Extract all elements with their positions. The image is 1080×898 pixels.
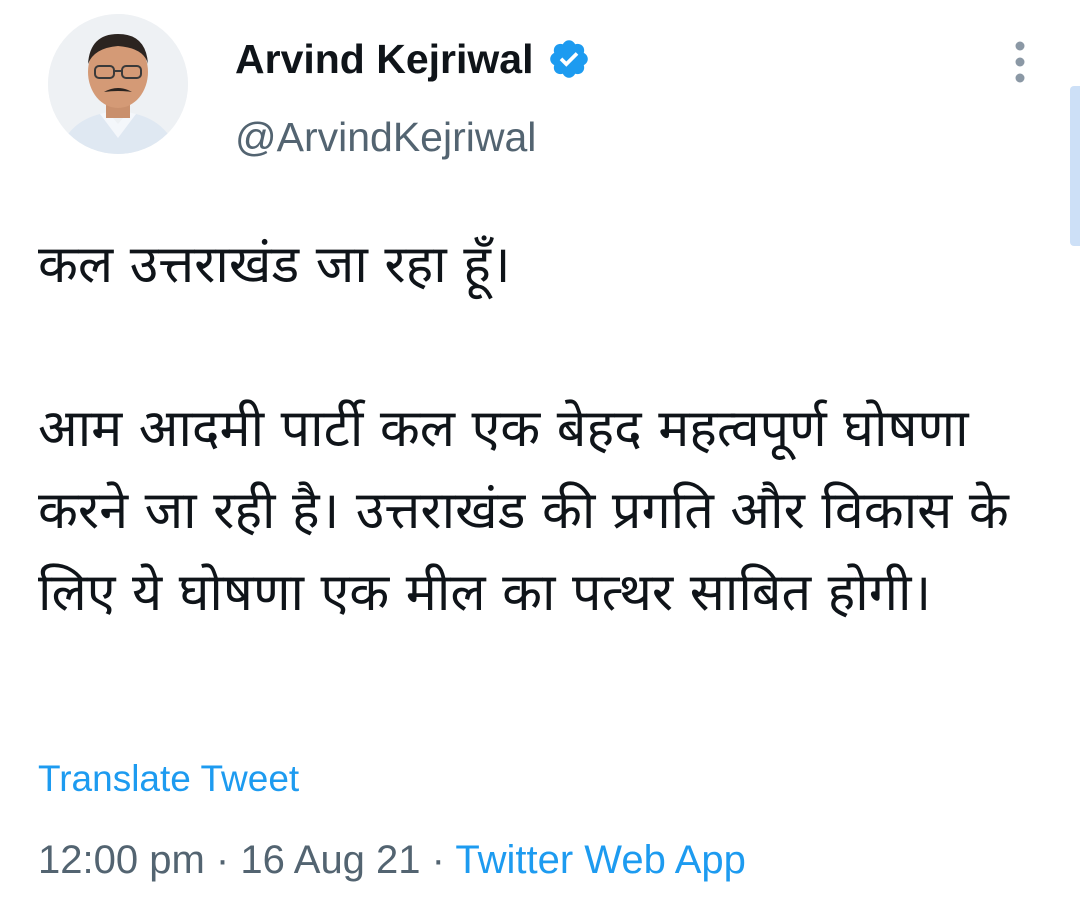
tweet-date[interactable]: 16 Aug 21	[240, 838, 420, 882]
meta-separator: ·	[215, 838, 230, 882]
tweet-text-paragraph2: आम आदमी पार्टी कल एक बेहद महत्वपूर्ण घोष…	[38, 399, 1009, 623]
tweet-time[interactable]: 12:00 pm	[38, 838, 205, 882]
profile-photo	[48, 14, 188, 154]
verified-badge-icon	[550, 40, 588, 78]
more-vertical-icon[interactable]	[1000, 36, 1040, 88]
tweet-source-link[interactable]: Twitter Web App	[455, 838, 746, 882]
author-handle[interactable]: @ArvindKejriwal	[235, 112, 536, 162]
tweet-card: Arvind Kejriwal @ArvindKejriwal कल उत्तर…	[0, 0, 1080, 898]
meta-separator: ·	[431, 838, 445, 882]
translate-tweet-link[interactable]: Translate Tweet	[38, 756, 299, 802]
tweet-text: कल उत्तराखंड जा रहा हूँ। आम आदमी पार्टी …	[38, 224, 1058, 634]
tweet-metadata: 12:00 pm · 16 Aug 21 · Twitter Web App	[38, 836, 746, 884]
avatar[interactable]	[48, 14, 188, 154]
scrollbar-thumb[interactable]	[1070, 86, 1080, 246]
tweet-text-line1: कल उत्तराखंड जा रहा हूँ।	[38, 235, 511, 295]
author-display-name[interactable]: Arvind Kejriwal	[235, 34, 533, 84]
